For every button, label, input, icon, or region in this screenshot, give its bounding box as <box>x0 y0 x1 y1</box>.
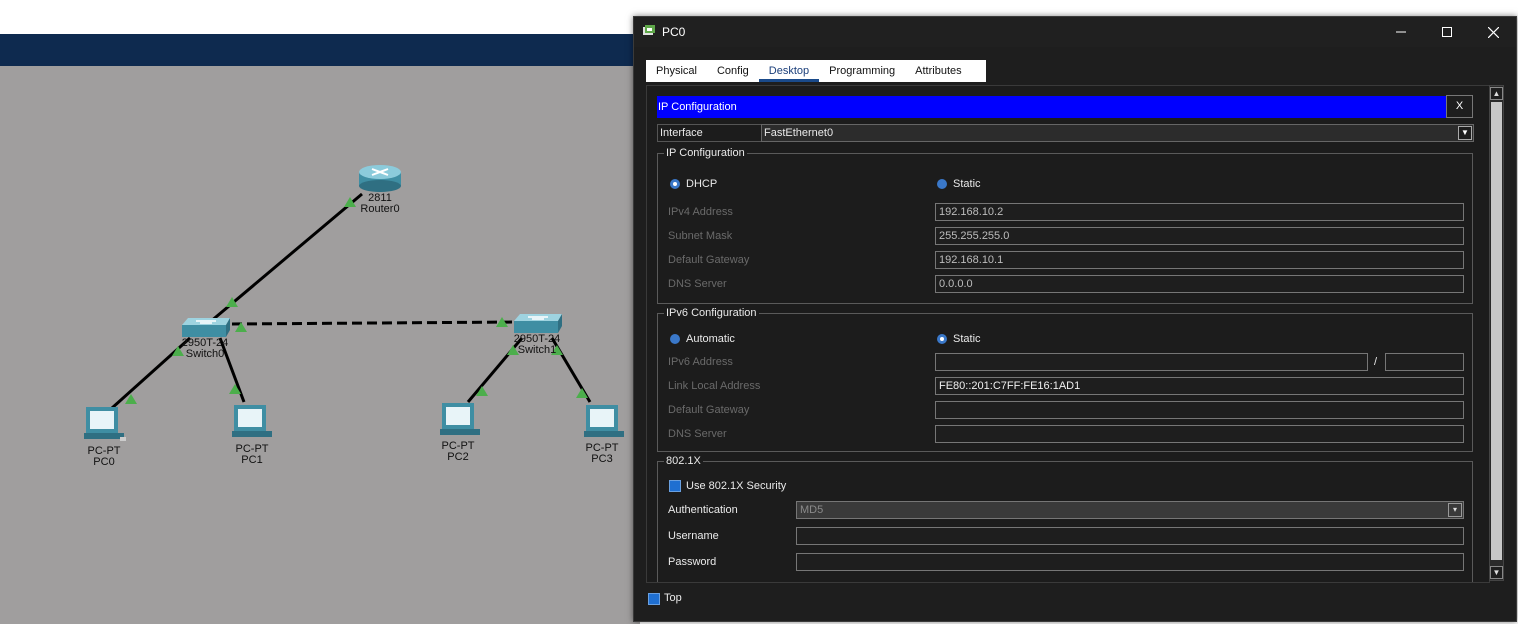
ipv4-config-group: IP Configuration DHCP Static IPv4 Addres… <box>657 146 1473 304</box>
pc1-label: PC-PT PC1 <box>228 444 276 466</box>
dot1x-group: 802.1X Use 802.1X Security Authenticatio… <box>657 454 1473 582</box>
dns-server-label: DNS Server <box>668 278 727 290</box>
top-checkbox[interactable] <box>648 593 660 605</box>
default-gateway-field[interactable]: 192.168.10.1 <box>935 251 1464 269</box>
ipv6-gateway-field[interactable] <box>935 401 1464 419</box>
password-label: Password <box>668 556 717 568</box>
pc2-label: PC-PT PC2 <box>434 441 482 463</box>
packet-tracer-toolbar <box>0 34 640 67</box>
maximize-button[interactable] <box>1424 17 1470 47</box>
ipv4-group-title: IP Configuration <box>664 146 747 160</box>
router0-name: Router0 <box>360 203 400 215</box>
switch-icon[interactable] <box>182 318 230 337</box>
minimize-icon <box>1396 31 1406 33</box>
username-field[interactable] <box>796 527 1464 545</box>
close-icon <box>1487 26 1499 38</box>
switch0-name: Switch0 <box>185 348 225 360</box>
authentication-label: Authentication <box>668 504 738 516</box>
static6-label: Static <box>953 333 981 345</box>
pc-icon[interactable] <box>584 405 624 437</box>
ipv4-address-field[interactable]: 192.168.10.2 <box>935 203 1464 221</box>
window-title: PC0 <box>662 25 686 39</box>
static-label: Static <box>953 178 981 190</box>
dns-server-field[interactable]: 0.0.0.0 <box>935 275 1464 293</box>
tab-config[interactable]: Config <box>707 60 759 82</box>
router-icon[interactable] <box>359 165 401 192</box>
tab-physical[interactable]: Physical <box>646 60 707 82</box>
ipv6-prefix-field[interactable] <box>1385 353 1464 371</box>
link-local-address-field[interactable]: FE80::201:C7FF:FE16:1AD1 <box>935 377 1464 395</box>
password-field[interactable] <box>796 553 1464 571</box>
router0-label: 2811 Router0 <box>355 193 405 215</box>
ipv6-address-field[interactable] <box>935 353 1368 371</box>
top-label: Top <box>664 592 682 604</box>
use-8021x-checkbox[interactable] <box>669 480 681 492</box>
tab-bar: Physical Config Desktop Programming Attr… <box>646 60 986 82</box>
prefix-separator: / <box>1374 356 1378 368</box>
pc0-label: PC-PT PC0 <box>80 446 128 468</box>
interface-label: Interface <box>657 124 761 142</box>
automatic-radio[interactable] <box>670 334 680 344</box>
ip-configuration-title: IP Configuration <box>657 96 1446 118</box>
pc2-name: PC2 <box>447 451 469 463</box>
pc3-label: PC-PT PC3 <box>578 443 626 465</box>
ipv4-address-label: IPv4 Address <box>668 206 733 218</box>
username-label: Username <box>668 530 719 542</box>
tab-attributes[interactable]: Attributes <box>905 60 971 82</box>
window-titlebar[interactable]: PC0 <box>634 17 1516 47</box>
ipv6-dns-label: DNS Server <box>668 428 727 440</box>
subnet-mask-label: Subnet Mask <box>668 230 733 242</box>
switch1-label: 2950T-24 Switch1 <box>508 334 566 356</box>
ipv6-dns-field[interactable] <box>935 425 1464 443</box>
static6-radio[interactable] <box>937 334 947 344</box>
pc-icon[interactable] <box>84 407 126 441</box>
dhcp-label: DHCP <box>686 178 718 190</box>
scroll-up-icon[interactable]: ▲ <box>1490 87 1503 100</box>
ipv6-gateway-label: Default Gateway <box>668 404 750 416</box>
minimize-button[interactable] <box>1378 17 1424 47</box>
interface-value: FastEthernet0 <box>764 127 834 139</box>
ip-configuration-panel: IP Configuration X Interface FastEtherne… <box>646 85 1490 583</box>
ipv6-group-title: IPv6 Configuration <box>664 306 759 320</box>
automatic-label: Automatic <box>686 333 735 345</box>
ipv6-address-label: IPv6 Address <box>668 356 733 368</box>
pc1-name: PC1 <box>241 454 263 466</box>
link-local-address-label: Link Local Address <box>668 380 761 392</box>
authentication-select[interactable]: MD5 ▾ <box>796 501 1464 519</box>
vertical-scrollbar[interactable]: ▲ ▼ <box>1489 85 1504 581</box>
switch-icon[interactable] <box>514 314 562 333</box>
interface-select[interactable]: FastEthernet0 ▼ <box>761 124 1474 142</box>
maximize-icon <box>1442 27 1452 37</box>
chevron-down-icon[interactable]: ▾ <box>1448 503 1462 517</box>
pc-icon[interactable] <box>232 405 272 437</box>
tab-desktop[interactable]: Desktop <box>758 60 820 82</box>
dot1x-group-title: 802.1X <box>664 454 703 468</box>
chevron-down-icon[interactable]: ▼ <box>1458 126 1472 140</box>
dhcp-radio[interactable] <box>670 179 680 189</box>
subnet-mask-field[interactable]: 255.255.255.0 <box>935 227 1464 245</box>
scrollbar-thumb[interactable] <box>1491 102 1502 560</box>
authentication-value: MD5 <box>800 504 824 516</box>
close-button[interactable] <box>1470 17 1516 47</box>
switch1-name: Switch1 <box>517 344 557 356</box>
use-8021x-label: Use 802.1X Security <box>686 480 787 492</box>
ip-configuration-close-button[interactable]: X <box>1446 95 1473 118</box>
tab-programming[interactable]: Programming <box>819 60 905 82</box>
pc0-window[interactable]: PC0 Physical Config Desktop Programming … <box>633 16 1517 622</box>
pc-icon[interactable] <box>440 403 480 435</box>
packet-tracer-icon <box>643 25 655 35</box>
pc3-name: PC3 <box>591 453 613 465</box>
scroll-down-icon[interactable]: ▼ <box>1490 566 1503 579</box>
link-switch0-switch1[interactable] <box>231 320 519 326</box>
logical-workspace[interactable]: 2811 Router0 2950T-24 Switch0 2950T-24 S… <box>0 66 640 624</box>
static-radio[interactable] <box>937 179 947 189</box>
switch0-label: 2950T-24 Switch0 <box>176 338 234 360</box>
ipv6-config-group: IPv6 Configuration Automatic Static IPv6… <box>657 306 1473 452</box>
pc0-name: PC0 <box>93 456 115 468</box>
default-gateway-label: Default Gateway <box>668 254 750 266</box>
